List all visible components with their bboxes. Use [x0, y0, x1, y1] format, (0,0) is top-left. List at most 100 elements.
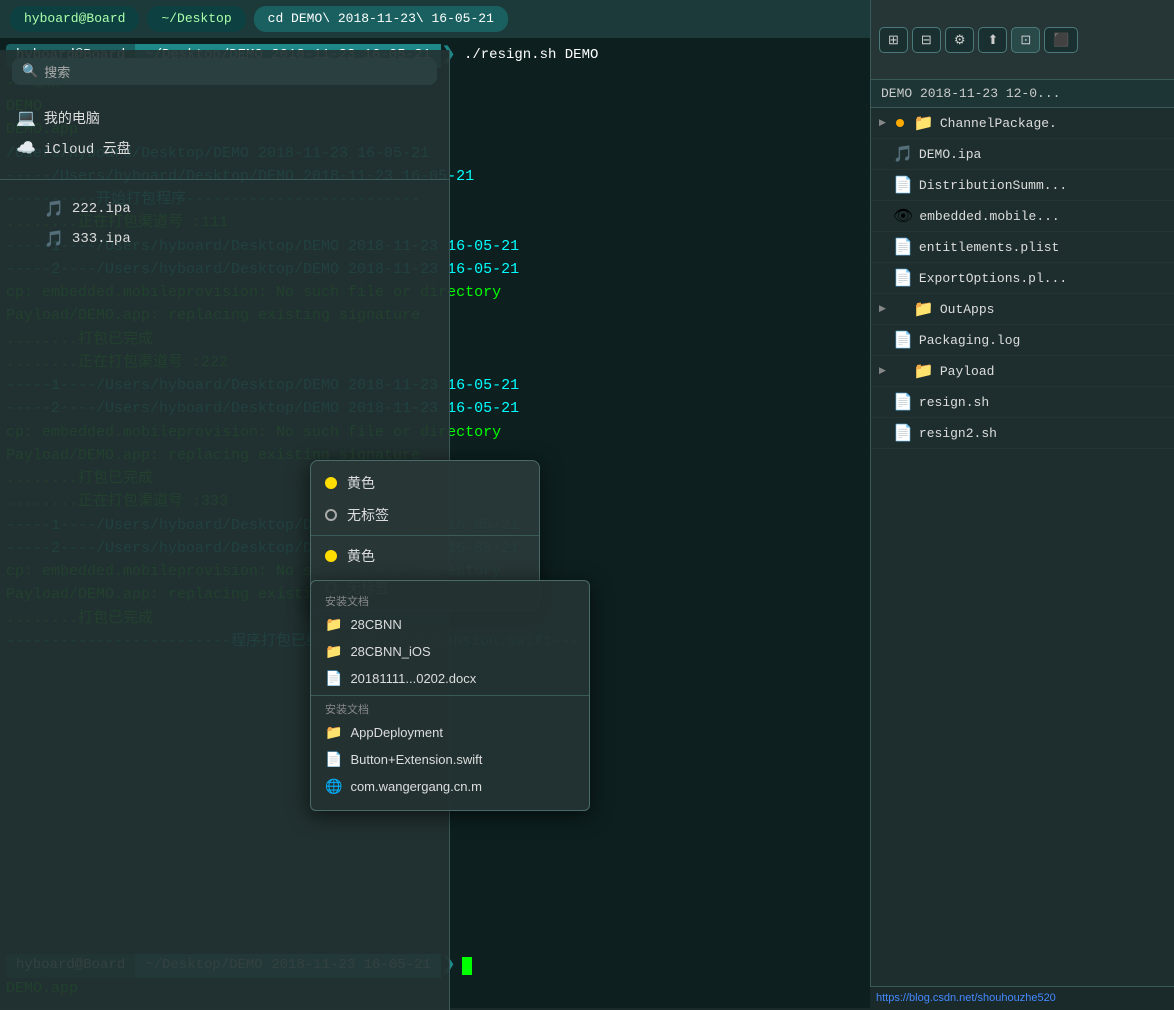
context-tag-yellow-label2: 黄色 — [347, 546, 375, 566]
icloud-icon: ☁️ — [16, 138, 36, 158]
finder-file-demoipa[interactable]: 🎵 DEMO.ipa — [871, 139, 1174, 170]
doc-icon-resign-sh: 📄 — [893, 392, 913, 412]
finder-file-packaging-log[interactable]: 📄 Packaging.log — [871, 325, 1174, 356]
tag-yellow-dot-2 — [325, 550, 337, 562]
ipa-icon-333: 🎵 — [44, 229, 64, 249]
context-tag-none1[interactable]: 无标签 — [311, 499, 539, 531]
context-tag-yellow-label: 黄色 — [347, 473, 375, 493]
popup-item-wangergang-label: com.wangergang.cn.m — [350, 779, 482, 794]
popup-item-button-swift[interactable]: 📄 Button+Extension.swift — [311, 746, 589, 773]
context-tag-yellow[interactable]: 黄色 — [311, 467, 539, 499]
sidebar-label-icloud: iCloud 云盘 — [44, 138, 131, 158]
computer-icon: 💻 — [16, 108, 36, 128]
context-divider — [311, 535, 539, 536]
toolbar-btn-edit[interactable]: ⬛ — [1044, 27, 1078, 53]
arrow-channelpackage: ▶ — [879, 118, 886, 128]
popup-divider — [311, 695, 589, 696]
popup-item-docx[interactable]: 📄 20181111...0202.docx — [311, 665, 589, 692]
finder-file-embedded[interactable]: 👁 embedded.mobile... — [871, 201, 1174, 232]
context-tag-yellow2[interactable]: 黄色 — [311, 540, 539, 572]
toolbar-btn-settings[interactable]: ⚙ — [945, 27, 975, 53]
finder-right-panel: ⊞ ⊟ ⚙ ⬆ ⊡ ⬛ DEMO 2018-11-23 12-0... ▶ 📁 … — [870, 0, 1174, 1008]
ipa-icon-demoipa: 🎵 — [893, 144, 913, 164]
popup-section-title: 安装文档 — [311, 591, 589, 611]
toolbar-btn-share[interactable]: ⬆ — [978, 27, 1007, 53]
doc-icon-exportoptions: 📄 — [893, 268, 913, 288]
tab-desktop[interactable]: ~/Desktop — [147, 6, 245, 32]
doc-icon-distributionsum: 📄 — [893, 175, 913, 195]
popup-file-list: 安装文档 📁 28CBNN 📁 28CBNN_iOS 📄 20181111...… — [310, 580, 590, 811]
folder-icon-28cbnn: 📁 — [325, 616, 342, 633]
ipa-icon-222: 🎵 — [44, 199, 64, 219]
file-name-resign-sh: resign.sh — [919, 395, 989, 410]
search-icon: 🔍 — [22, 64, 38, 79]
file-name-channelpackage: ChannelPackage. — [940, 116, 1057, 131]
doc-icon-entitlements: 📄 — [893, 237, 913, 257]
arrow-payload: ▶ — [879, 366, 886, 376]
file-name-demoipa: DEMO.ipa — [919, 147, 981, 162]
sidebar-file-333ipa[interactable]: 🎵 333.ipa — [40, 224, 449, 254]
popup-item-button-swift-label: Button+Extension.swift — [350, 752, 482, 767]
toolbar-btn-grid2[interactable]: ⊡ — [1011, 27, 1040, 53]
finder-toolbar: ⊞ ⊟ ⚙ ⬆ ⊡ ⬛ — [871, 0, 1174, 80]
sidebar-item-computer[interactable]: 💻 我的电脑 — [0, 103, 449, 133]
folder-icon-appdeployment: 📁 — [325, 724, 342, 741]
doc-icon-packaging-log: 📄 — [893, 330, 913, 350]
file-name-outapps: OutApps — [940, 302, 995, 317]
sidebar-file-333-label: 333.ipa — [72, 231, 131, 247]
finder-file-outapps[interactable]: ▶ 📁 OutApps — [871, 294, 1174, 325]
toolbar-btn-grid[interactable]: ⊞ — [879, 27, 908, 53]
popup-section-title-2: 安装文档 — [311, 699, 589, 719]
finder-file-channelpackage[interactable]: ▶ 📁 ChannelPackage. — [871, 108, 1174, 139]
popup-item-28cbnn-ios-label: 28CBNN_iOS — [350, 644, 430, 659]
file-name-exportoptions: ExportOptions.pl... — [919, 271, 1067, 286]
context-tag-none-label1: 无标签 — [347, 505, 389, 525]
toolbar-buttons-group: ⊞ ⊟ ⚙ ⬆ ⊡ ⬛ — [879, 27, 1166, 53]
spacer-outapps — [896, 305, 904, 313]
popup-item-wangergang[interactable]: 🌐 com.wangergang.cn.m — [311, 773, 589, 800]
tag-empty-circle — [325, 509, 337, 521]
url-bar: https://blog.csdn.net/shouhouzhe520 — [870, 986, 1174, 1008]
finder-file-distributionsum[interactable]: 📄 DistributionSumm... — [871, 170, 1174, 201]
tab-cd-demo[interactable]: cd DEMO\ 2018-11-23\ 16-05-21 — [254, 6, 508, 32]
popup-item-28cbnn-ios[interactable]: 📁 28CBNN_iOS — [311, 638, 589, 665]
sidebar-file-222ipa[interactable]: 🎵 222.ipa — [40, 194, 449, 224]
finder-search-bar[interactable]: 🔍 搜索 — [12, 58, 437, 85]
tab-hyboard[interactable]: hyboard@Board — [10, 6, 139, 32]
folder-icon-28cbnn-ios: 📁 — [325, 643, 342, 660]
finder-file-payload[interactable]: ▶ 📁 Payload — [871, 356, 1174, 387]
finder-file-resign2-sh[interactable]: 📄 resign2.sh — [871, 418, 1174, 449]
swift-icon: 📄 — [325, 751, 342, 768]
finder-folder-title: DEMO 2018-11-23 12-0... — [871, 80, 1174, 108]
sidebar-divider — [0, 179, 449, 180]
file-name-entitlements: entitlements.plist — [919, 240, 1059, 255]
popup-section-main: 安装文档 📁 28CBNN 📁 28CBNN_iOS 📄 20181111...… — [311, 587, 589, 804]
word-icon: 📄 — [325, 670, 342, 687]
doc-icon-resign2-sh: 📄 — [893, 423, 913, 443]
file-name-resign2-sh: resign2.sh — [919, 426, 997, 441]
sidebar-file-222-label: 222.ipa — [72, 201, 131, 217]
terminal-top-bar: hyboard@Board ~/Desktop cd DEMO\ 2018-11… — [0, 0, 870, 38]
toolbar-btn-list[interactable]: ⊟ — [912, 27, 941, 53]
popup-item-28cbnn[interactable]: 📁 28CBNN — [311, 611, 589, 638]
sidebar-label-computer: 我的电脑 — [44, 108, 100, 128]
popup-item-28cbnn-label: 28CBNN — [350, 617, 401, 632]
prompt-cmd-1: ./resign.sh DEMO — [456, 45, 598, 67]
arrow-outapps: ▶ — [879, 304, 886, 314]
finder-file-exportoptions[interactable]: 📄 ExportOptions.pl... — [871, 263, 1174, 294]
finder-file-resign-sh[interactable]: 📄 resign.sh — [871, 387, 1174, 418]
sidebar-item-icloud[interactable]: ☁️ iCloud 云盘 — [0, 133, 449, 163]
url-text: https://blog.csdn.net/shouhouzhe520 — [876, 992, 1056, 1004]
web-icon: 🌐 — [325, 778, 342, 795]
folder-icon-payload: 📁 — [914, 361, 934, 381]
file-name-distributionsum: DistributionSumm... — [919, 178, 1067, 193]
eye-icon-embedded: 👁 — [893, 206, 913, 226]
folder-icon-outapps: 📁 — [914, 299, 934, 319]
popup-item-appdeployment-label: AppDeployment — [350, 725, 443, 740]
finder-file-entitlements[interactable]: 📄 entitlements.plist — [871, 232, 1174, 263]
popup-item-docx-label: 20181111...0202.docx — [350, 671, 476, 686]
popup-item-appdeployment[interactable]: 📁 AppDeployment — [311, 719, 589, 746]
file-name-payload: Payload — [940, 364, 995, 379]
dot-channelpackage — [896, 119, 904, 127]
sidebar-section-favorites: 💻 我的电脑 ☁️ iCloud 云盘 — [0, 93, 449, 173]
